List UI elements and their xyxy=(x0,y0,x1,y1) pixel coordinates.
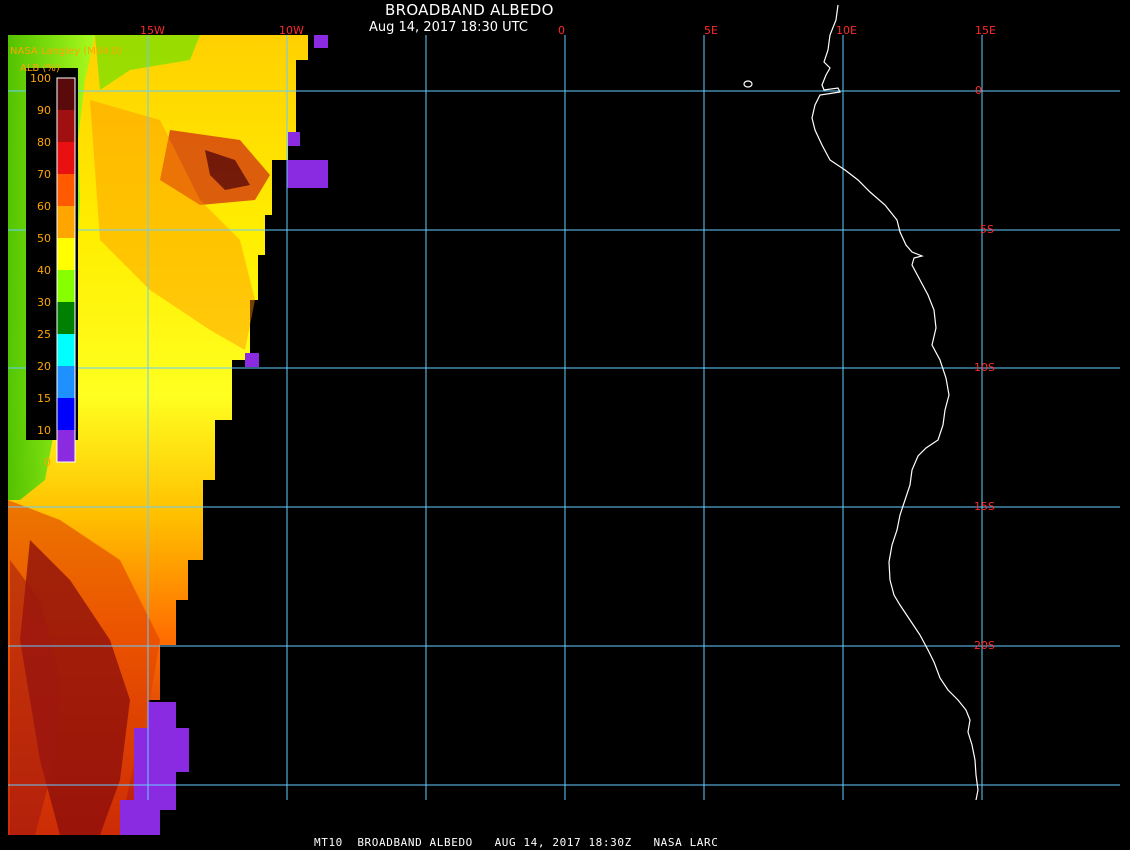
lon-label: 15W xyxy=(140,24,165,37)
source-label: NASA Langley (M04.0) xyxy=(10,46,122,57)
lat-label: 20S xyxy=(974,639,995,652)
colorbar: ALB (%)10090807060504030252015100 xyxy=(20,63,78,469)
colorbar-tick-label: 10 xyxy=(37,424,51,437)
albedo-map: 15W 10W 0 5E 10E 15E 0 5S 10S 15S 20S AL… xyxy=(8,4,1120,835)
lat-label: 10S xyxy=(974,361,995,374)
colorbar-tick-label: 15 xyxy=(37,392,51,405)
colorbar-tick-label: 0 xyxy=(44,456,51,469)
colorbar-swatch xyxy=(57,398,75,430)
colorbar-swatch xyxy=(57,142,75,174)
colorbar-tick-label: 40 xyxy=(37,264,51,277)
colorbar-tick-label: 60 xyxy=(37,200,51,213)
lat-label: 5S xyxy=(980,223,994,236)
purple-block xyxy=(120,800,160,835)
lat-label: 0 xyxy=(975,84,982,97)
purple-block xyxy=(287,160,328,188)
lon-label: 10E xyxy=(836,24,857,37)
island xyxy=(743,80,753,88)
colorbar-swatch xyxy=(57,110,75,142)
purple-block xyxy=(245,353,259,367)
footer-caption: MT10 BROADBAND ALBEDO AUG 14, 2017 18:30… xyxy=(314,836,719,849)
coastline-africa xyxy=(811,4,979,801)
colorbar-tick-label: 50 xyxy=(37,232,51,245)
map-timestamp: Aug 14, 2017 18:30 UTC xyxy=(369,20,528,35)
colorbar-tick-label: 25 xyxy=(37,328,51,341)
coastline xyxy=(743,4,979,801)
lon-label: 0 xyxy=(558,24,565,37)
colorbar-tick-label: 70 xyxy=(37,168,51,181)
colorbar-swatch xyxy=(57,270,75,302)
colorbar-tick-label: 90 xyxy=(37,104,51,117)
colorbar-swatch xyxy=(57,78,75,110)
lon-label: 10W xyxy=(279,24,304,37)
purple-block xyxy=(314,35,328,48)
colorbar-swatch xyxy=(57,206,75,238)
colorbar-swatch xyxy=(57,366,75,398)
colorbar-swatch xyxy=(57,174,75,206)
purple-block xyxy=(148,702,176,730)
lon-label: 15E xyxy=(975,24,996,37)
lon-label: 5E xyxy=(704,24,718,37)
colorbar-tick-label: 100 xyxy=(30,72,51,85)
colorbar-swatch xyxy=(57,302,75,334)
colorbar-tick-label: 30 xyxy=(37,296,51,309)
map-title: BROADBAND ALBEDO xyxy=(385,1,554,19)
purple-block xyxy=(134,728,189,772)
lat-label: 15S xyxy=(974,500,995,513)
colorbar-swatch xyxy=(57,238,75,270)
purple-block xyxy=(288,132,300,146)
colorbar-swatch xyxy=(57,430,75,462)
colorbar-swatch xyxy=(57,334,75,366)
colorbar-tick-label: 80 xyxy=(37,136,51,149)
colorbar-tick-label: 20 xyxy=(37,360,51,373)
